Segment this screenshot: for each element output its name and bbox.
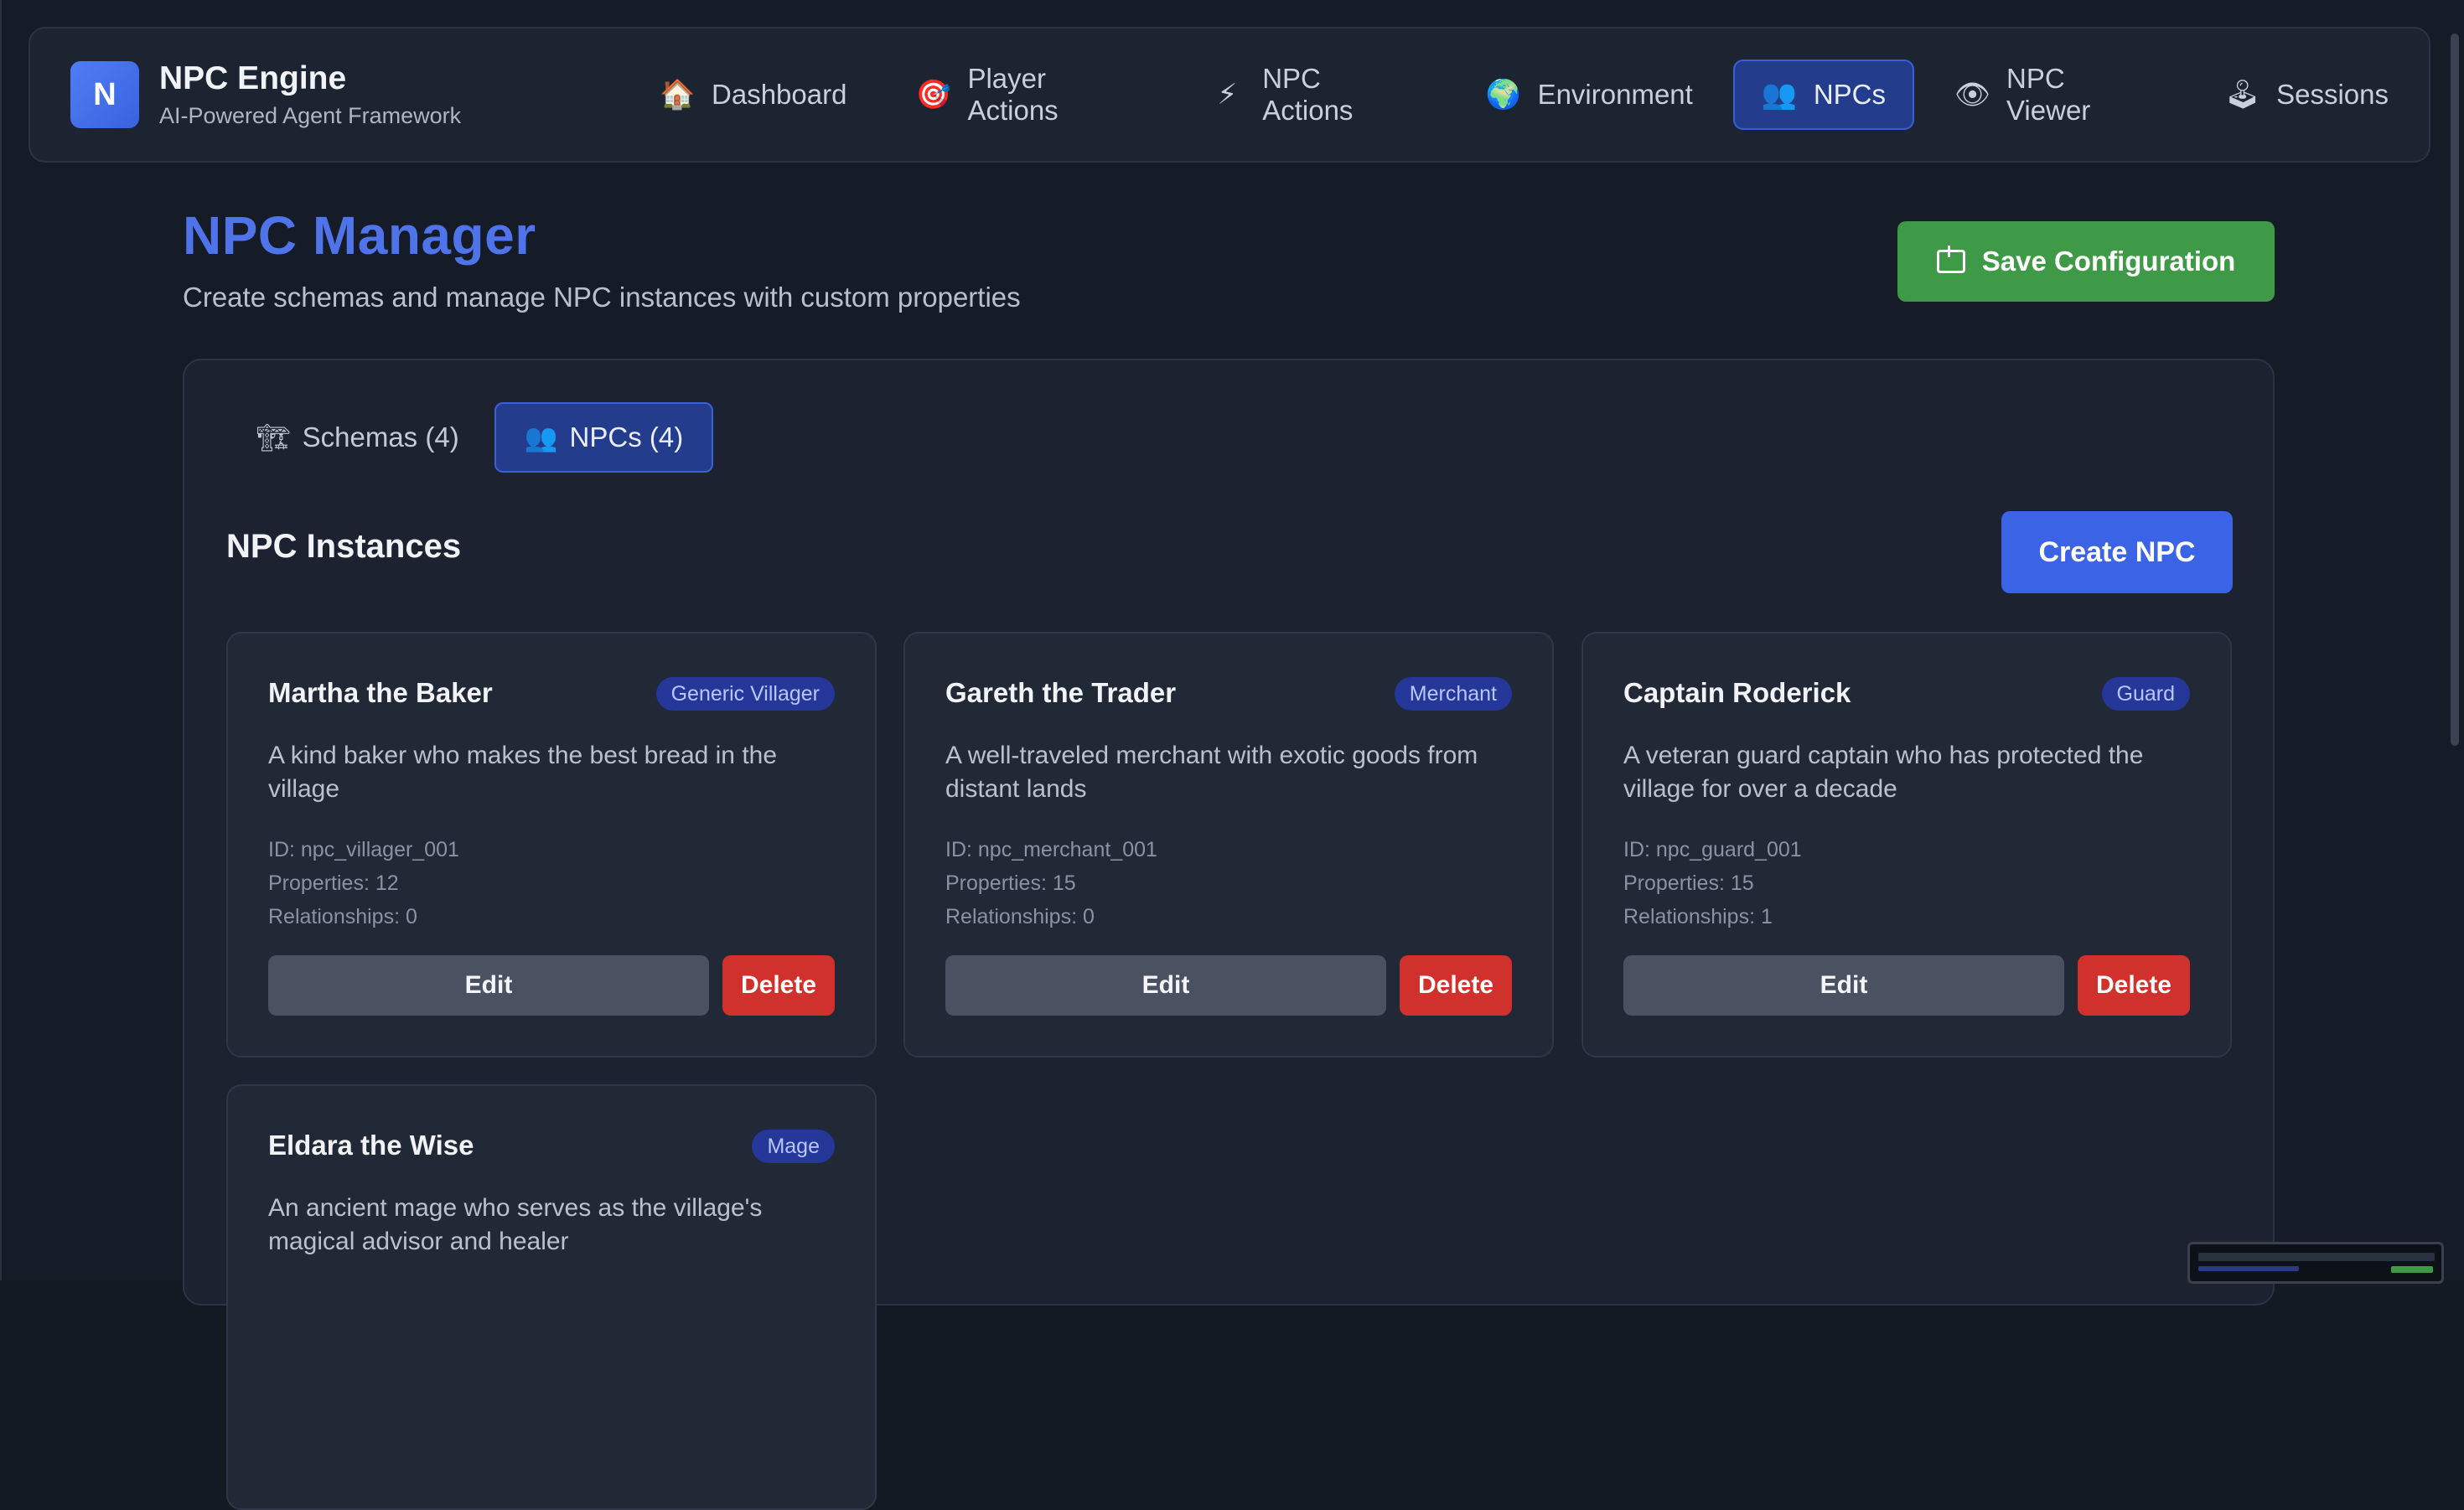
edit-button[interactable]: Edit	[1623, 955, 2064, 1016]
page-thumbnail	[2187, 1242, 2444, 1284]
nav-item-npc-actions[interactable]: ⚡ NPC Actions	[1182, 59, 1445, 130]
delete-button[interactable]: Delete	[722, 955, 835, 1016]
npc-properties: Properties: 12	[268, 871, 399, 895]
npc-manager-panel: 🏗 Schemas (4) 👥 NPCs (4) NPC Instances C…	[183, 359, 2275, 1510]
npc-name: Eldara the Wise	[268, 1130, 474, 1161]
nav-item-label: NPC Viewer	[2006, 63, 2091, 126]
schema-badge: Guard	[2101, 677, 2190, 711]
people-icon: 👥	[1761, 79, 1798, 111]
npc-id: ID: npc_villager_001	[268, 838, 459, 861]
thumbnail-nav	[2198, 1253, 2435, 1261]
nav-item-label: Player Actions	[967, 63, 1059, 126]
nav-item-npc-viewer[interactable]: 👁 NPC Viewer	[1926, 59, 2184, 130]
edit-button[interactable]: Edit	[945, 955, 1386, 1016]
npc-name: Gareth the Trader	[945, 677, 1177, 708]
page-subtitle: Create schemas and manage NPC instances …	[183, 282, 1021, 313]
house-icon: 🏠	[660, 79, 696, 111]
npc-description: An ancient mage who serves as the villag…	[268, 1194, 763, 1255]
app-logo: N	[70, 61, 139, 128]
schema-badge: Generic Villager	[655, 677, 835, 711]
npc-name: Captain Roderick	[1623, 677, 1851, 708]
nav-item-label: Dashboard	[712, 79, 847, 110]
target-icon: 🎯	[915, 79, 951, 111]
page-scrollbar[interactable]	[2451, 34, 2459, 746]
npc-description: A kind baker who makes the best bread in…	[268, 742, 778, 803]
nav-item-label: Sessions	[2276, 79, 2389, 110]
npc-relationships: Relationships: 0	[945, 905, 1095, 928]
edit-button[interactable]: Edit	[268, 955, 709, 1016]
app-subtitle: AI-Powered Agent Framework	[159, 103, 462, 128]
npc-meta: ID: npc_guard_001 Properties: 15 Relatio…	[1623, 833, 1802, 933]
npc-id: ID: npc_guard_001	[1623, 838, 1802, 861]
app-window: N NPC Engine AI-Powered Agent Framework …	[0, 0, 2464, 1510]
schema-badge: Merchant	[1394, 677, 1512, 711]
npc-description: A veteran guard captain who has protecte…	[1623, 742, 2144, 803]
npc-description: A well-traveled merchant with exotic goo…	[945, 742, 1478, 803]
npc-card: Eldara the Wise Mage An ancient mage who…	[226, 1084, 877, 1510]
npc-card: Martha the Baker Generic Villager A kind…	[226, 632, 877, 1058]
npc-name: Martha the Baker	[268, 677, 493, 708]
create-npc-button[interactable]: Create NPC	[2001, 511, 2233, 593]
nav-item-dashboard[interactable]: 🏠 Dashboard	[631, 59, 875, 130]
schema-badge: Mage	[752, 1130, 835, 1163]
npc-properties: Properties: 15	[945, 871, 1076, 895]
npc-properties: Properties: 15	[1623, 871, 1754, 895]
brand-text: NPC Engine AI-Powered Agent Framework	[159, 59, 461, 131]
tab-schemas[interactable]: 🏗 Schemas (4)	[226, 402, 489, 473]
nav-item-player-actions[interactable]: 🎯 Player Actions	[887, 59, 1170, 130]
eye-icon: 👁	[1954, 79, 1991, 111]
delete-button[interactable]: Delete	[1400, 955, 1512, 1016]
app-name: NPC Engine	[159, 60, 347, 96]
thumbnail-save	[2391, 1266, 2433, 1273]
main-nav: 🏠 Dashboard 🎯 Player Actions ⚡ NPC Actio…	[631, 59, 2429, 130]
section-title: NPC Instances	[226, 528, 462, 565]
npc-card: Captain Roderick Guard A veteran guard c…	[1581, 632, 2232, 1058]
tab-label: NPCs (4)	[569, 421, 684, 452]
nav-item-npcs[interactable]: 👥 NPCs	[1732, 59, 1915, 130]
save-configuration-button[interactable]: Save Configuration	[1897, 221, 2275, 302]
card-actions: Edit Delete	[945, 955, 1512, 1016]
npc-relationships: Relationships: 0	[268, 905, 417, 928]
npc-meta: ID: npc_villager_001 Properties: 12 Rela…	[268, 833, 459, 933]
nav-item-label: Environment	[1537, 79, 1693, 110]
delete-button[interactable]: Delete	[2078, 955, 2190, 1016]
card-actions: Edit Delete	[1623, 955, 2190, 1016]
nav-item-sessions[interactable]: 🕹 Sessions	[2196, 59, 2417, 130]
joystick-icon: 🕹	[2224, 79, 2261, 111]
construction-icon: 🏗	[256, 422, 291, 452]
page-title: NPC Manager	[183, 205, 536, 266]
npc-id: ID: npc_merchant_001	[945, 838, 1157, 861]
thumbnail-title	[2198, 1266, 2299, 1271]
tab-npcs[interactable]: 👥 NPCs (4)	[494, 402, 714, 473]
npc-card: Gareth the Trader Merchant A well-travel…	[903, 632, 1554, 1058]
upload-icon	[1936, 246, 1965, 273]
nav-item-environment[interactable]: 🌍 Environment	[1457, 59, 1721, 130]
save-configuration-label: Save Configuration	[1981, 246, 2236, 277]
npc-relationships: Relationships: 1	[1623, 905, 1773, 928]
card-actions: Edit Delete	[268, 955, 835, 1016]
brand[interactable]: N NPC Engine AI-Powered Agent Framework	[70, 59, 606, 131]
npc-meta: ID: npc_merchant_001 Properties: 15 Rela…	[945, 833, 1157, 933]
people-icon: 👥	[524, 422, 558, 452]
nav-item-label: NPC Actions	[1262, 63, 1354, 126]
globe-icon: 🌍	[1485, 79, 1521, 111]
tab-label: Schemas (4)	[302, 421, 459, 452]
top-navigation: N NPC Engine AI-Powered Agent Framework …	[28, 27, 2430, 163]
nav-item-label: NPCs	[1813, 79, 1887, 110]
lightning-icon: ⚡	[1217, 79, 1238, 111]
tab-bar: 🏗 Schemas (4) 👥 NPCs (4)	[226, 402, 718, 473]
